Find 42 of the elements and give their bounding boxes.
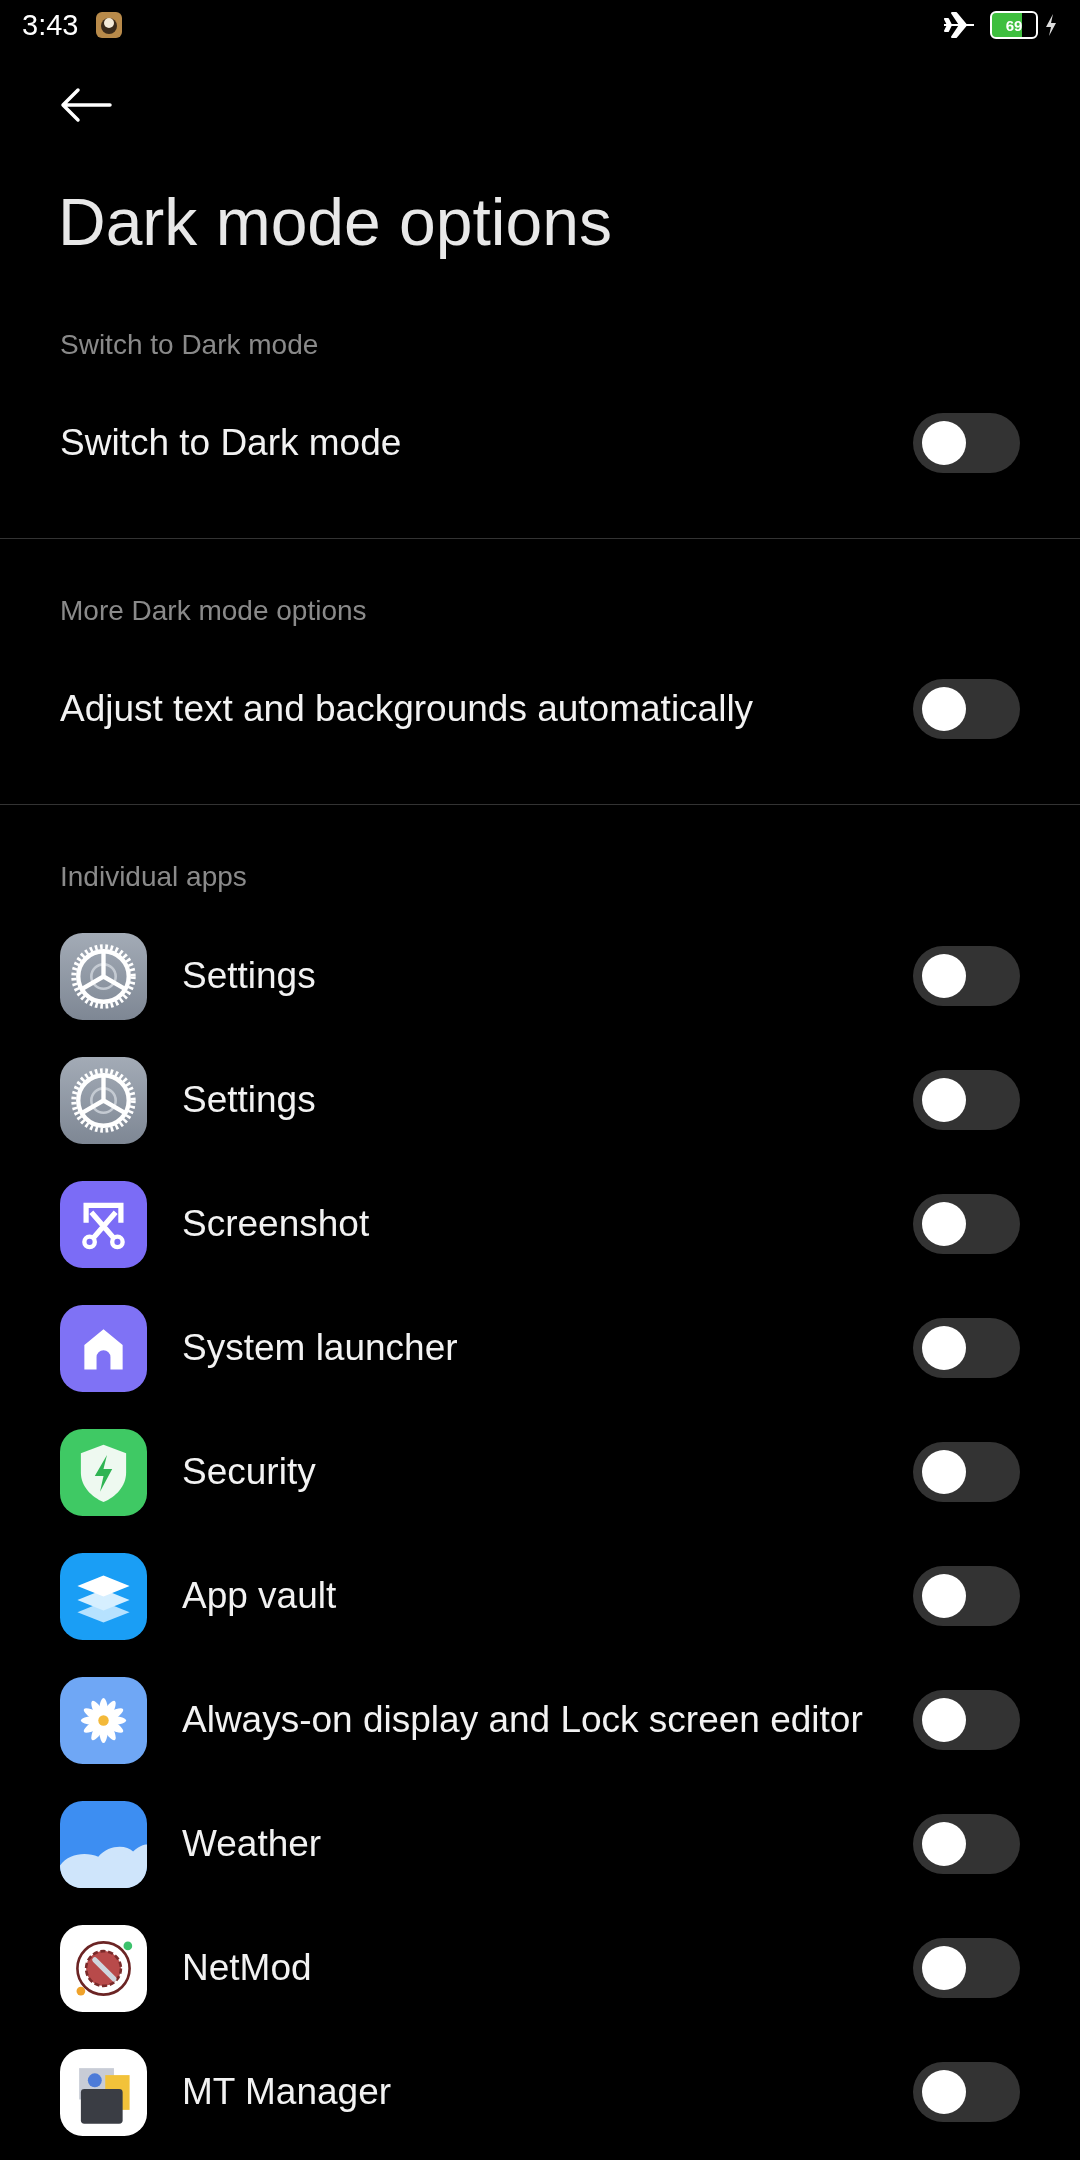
battery-icon: 69	[990, 11, 1038, 39]
toggle-switch[interactable]	[913, 946, 1020, 1006]
setting-label: App vault	[182, 1575, 338, 1617]
setting-label: Weather	[182, 1823, 323, 1865]
toggle-switch[interactable]	[913, 1070, 1020, 1130]
page-title: Dark mode options	[57, 184, 613, 261]
flower-icon	[60, 1676, 147, 1764]
back-button[interactable]	[60, 87, 112, 123]
setting-label: Adjust text and backgrounds automatically	[60, 688, 755, 730]
setting-label: Settings	[182, 1079, 317, 1121]
setting-label: System launcher	[182, 1327, 459, 1369]
gear-icon	[60, 932, 147, 1020]
toggle-switch[interactable]	[913, 1194, 1020, 1254]
status-time: 3:43	[22, 8, 79, 42]
toggle-switch[interactable]	[913, 1318, 1020, 1378]
shield-icon	[60, 1428, 147, 1516]
toggle-switch[interactable]	[913, 1690, 1020, 1750]
charging-icon	[1044, 13, 1058, 37]
scissors-icon	[60, 1180, 147, 1268]
section-header: Individual apps	[60, 860, 248, 894]
section-header: Switch to Dark mode	[60, 328, 320, 362]
gear-icon	[60, 1056, 147, 1144]
toggle-switch[interactable]	[913, 2062, 1020, 2122]
toggle-switch[interactable]	[913, 1938, 1020, 1998]
toggle-switch[interactable]	[913, 679, 1020, 739]
setting-label: NetMod	[182, 1947, 313, 1989]
house-icon	[60, 1304, 147, 1392]
setting-label: Security	[182, 1451, 317, 1493]
toggle-switch[interactable]	[913, 1442, 1020, 1502]
setting-label: Settings	[182, 955, 317, 997]
setting-label: MT Manager	[182, 2071, 393, 2113]
airplane-icon	[942, 10, 976, 40]
setting-label: Screenshot	[182, 1203, 371, 1245]
section-header: More Dark mode options	[60, 594, 368, 628]
toggle-switch[interactable]	[913, 413, 1020, 473]
toggle-switch[interactable]	[913, 1566, 1020, 1626]
setting-label: Switch to Dark mode	[60, 422, 403, 464]
toggle-switch[interactable]	[913, 1814, 1020, 1874]
cloud-icon	[60, 1800, 147, 1888]
layers-icon	[60, 1552, 147, 1640]
notification-app-icon	[96, 12, 123, 38]
setting-label: Always-on display and Lock screen editor	[182, 1699, 864, 1741]
